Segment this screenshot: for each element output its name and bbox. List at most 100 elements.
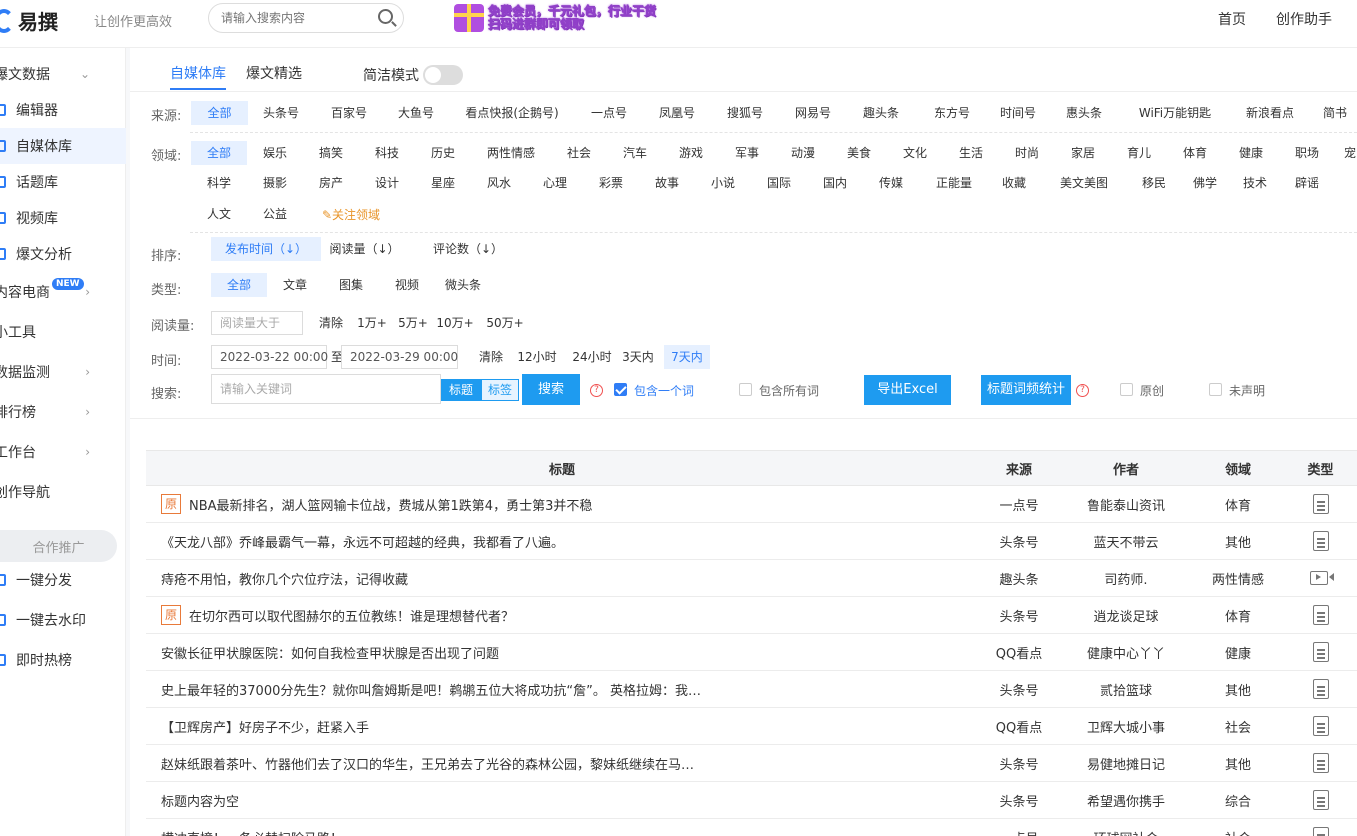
- domain-option[interactable]: 军事: [719, 141, 775, 165]
- row-title-text[interactable]: 痔疮不用怕，教你几个穴位疗法，记得收藏: [161, 569, 408, 588]
- domain-option[interactable]: 传媒: [863, 171, 919, 195]
- domain-option[interactable]: 娱乐: [247, 141, 303, 165]
- row-title-text[interactable]: 横冲直撞！一备必替扫除马路！: [161, 828, 343, 836]
- source-option[interactable]: 百家号: [317, 101, 381, 125]
- row-title-text[interactable]: 赵妹纸跟着茶叶、竹器他们去了汉口的华生，王兄弟去了光谷的森林公园，黎妹纸继续在马…: [161, 754, 694, 773]
- reads-input[interactable]: 阅读量大于: [211, 311, 303, 335]
- promo-banner[interactable]: 免费会员，千元礼包，行业干货 扫码进群即可领取: [454, 2, 656, 34]
- nav-assistant[interactable]: 创作助手: [1276, 9, 1332, 29]
- table-row[interactable]: 原 NBA最新排名，湖人篮网输卡位战，费城从第1跌第4，勇士第3并不稳 一点号 鲁能泰…: [146, 486, 1357, 523]
- row-author[interactable]: 健康中心丫丫: [1060, 634, 1192, 670]
- row-title[interactable]: 安徽长征甲状腺医院：如何自我检查甲状腺是否出现了问题: [146, 634, 978, 670]
- row-title[interactable]: 【卫辉房产】好房子不少，赶紧入手: [146, 708, 978, 744]
- table-row[interactable]: 痔疮不用怕，教你几个穴位疗法，记得收藏 趣头条 司药师. 两性情感: [146, 560, 1357, 597]
- date-from-input[interactable]: 2022-03-22 00:00: [211, 345, 328, 369]
- row-title[interactable]: 横冲直撞！一备必替扫除马路！: [146, 819, 978, 836]
- date-to-input[interactable]: 2022-03-29 00:00: [341, 345, 458, 369]
- domain-option[interactable]: 搞笑: [303, 141, 359, 165]
- sidebar-item[interactable]: 数据监测 ›: [0, 354, 126, 390]
- checkbox-undeclared[interactable]: [1209, 383, 1222, 396]
- row-title[interactable]: 原 NBA最新排名，湖人篮网输卡位战，费城从第1跌第4，勇士第3并不稳: [146, 486, 978, 522]
- follow-domain-link[interactable]: ✎关注领域: [316, 203, 386, 227]
- domain-option[interactable]: 体育: [1167, 141, 1223, 165]
- row-author[interactable]: 卫辉大城小事: [1060, 708, 1192, 744]
- domain-option[interactable]: 历史: [415, 141, 471, 165]
- sidebar-coop-item[interactable]: 一键分发: [0, 562, 126, 598]
- header-domain[interactable]: 领域: [1192, 451, 1284, 485]
- global-search-input[interactable]: [221, 5, 371, 31]
- source-option[interactable]: 搜狐号: [713, 101, 777, 125]
- domain-option[interactable]: 健康: [1223, 141, 1279, 165]
- sidebar-coop-item[interactable]: 即时热榜: [0, 642, 126, 678]
- domain-option[interactable]: 国际: [751, 171, 807, 195]
- checkbox-original[interactable]: [1120, 383, 1133, 396]
- row-author[interactable]: 贰拾篮球: [1060, 671, 1192, 707]
- row-author[interactable]: 环球网社会: [1060, 819, 1192, 836]
- checkbox-any-word[interactable]: [614, 383, 627, 396]
- row-author[interactable]: 希望遇你携手: [1060, 782, 1192, 818]
- time-option[interactable]: 12小时: [513, 345, 561, 369]
- sidebar-item[interactable]: 爆文数据 ⌄: [0, 56, 126, 92]
- table-row[interactable]: 【卫辉房产】好房子不少，赶紧入手 QQ看点 卫辉大城小事 社会: [146, 708, 1357, 745]
- domain-option[interactable]: 文化: [887, 141, 943, 165]
- reads-option[interactable]: 清除: [313, 311, 349, 335]
- domain-option[interactable]: 公益: [247, 202, 303, 226]
- sidebar-item[interactable]: 话题库: [0, 164, 126, 200]
- domain-option[interactable]: 小说: [695, 171, 751, 195]
- row-title-text[interactable]: NBA最新排名，湖人篮网输卡位战，费城从第1跌第4，勇士第3并不稳: [189, 495, 592, 514]
- sidebar-coop-item[interactable]: 一键去水印: [0, 602, 126, 638]
- domain-option[interactable]: 风水: [471, 171, 527, 195]
- row-title-text[interactable]: 【卫辉房产】好房子不少，赶紧入手: [161, 717, 369, 736]
- domain-option[interactable]: 收藏: [989, 171, 1039, 195]
- domain-option[interactable]: 两性情感: [471, 141, 551, 165]
- type-option[interactable]: 图集: [323, 273, 379, 297]
- type-option[interactable]: 微头条: [435, 273, 491, 297]
- domain-option[interactable]: 职场: [1279, 141, 1335, 165]
- domain-option[interactable]: 星座: [415, 171, 471, 195]
- table-row[interactable]: 横冲直撞！一备必替扫除马路！ 一点号环球网社会社会: [146, 819, 1357, 836]
- table-row[interactable]: 标题内容为空 头条号 希望遇你携手 综合: [146, 782, 1357, 819]
- row-title-text[interactable]: 安徽长征甲状腺医院：如何自我检查甲状腺是否出现了问题: [161, 643, 499, 662]
- source-option[interactable]: 简书: [1310, 101, 1357, 125]
- domain-option[interactable]: 正能量: [919, 171, 989, 195]
- header-source[interactable]: 来源: [978, 451, 1060, 485]
- time-option[interactable]: 24小时: [568, 345, 616, 369]
- header-author[interactable]: 作者: [1060, 451, 1192, 485]
- domain-option[interactable]: 美食: [831, 141, 887, 165]
- domain-option[interactable]: 育儿: [1111, 141, 1167, 165]
- domain-option[interactable]: 设计: [359, 171, 415, 195]
- row-author[interactable]: 鲁能泰山资讯: [1060, 486, 1192, 522]
- row-author[interactable]: 易健地摊日记: [1060, 745, 1192, 781]
- domain-option[interactable]: 科技: [359, 141, 415, 165]
- source-option[interactable]: 凤凰号: [645, 101, 709, 125]
- table-row[interactable]: 安徽长征甲状腺医院：如何自我检查甲状腺是否出现了问题 QQ看点 健康中心丫丫 健康: [146, 634, 1357, 671]
- simple-mode-toggle[interactable]: [423, 65, 463, 85]
- domain-option[interactable]: 游戏: [663, 141, 719, 165]
- scope-title-button[interactable]: 标题: [441, 379, 481, 401]
- row-title-text[interactable]: 史上最年轻的37000分先生？就你叫詹姆斯是吧！鹈鹕五位大将成功抗“詹”。 英格…: [161, 680, 701, 699]
- domain-option[interactable]: 宠: [1335, 141, 1357, 165]
- domain-option[interactable]: 房产: [303, 171, 359, 195]
- reads-option[interactable]: 50万+: [486, 311, 524, 335]
- sidebar-item[interactable]: 自媒体库: [0, 128, 126, 164]
- reads-option[interactable]: 5万+: [394, 311, 432, 335]
- search-icon[interactable]: [378, 9, 393, 24]
- row-title[interactable]: 标题内容为空: [146, 782, 978, 818]
- source-option[interactable]: 新浪看点: [1230, 101, 1310, 125]
- row-title[interactable]: 《天龙八部》乔峰最霸气一幕，永远不可超越的经典，我都看了八遍。: [146, 523, 978, 559]
- help-icon[interactable]: ?: [1076, 384, 1089, 397]
- type-option[interactable]: 全部: [211, 273, 267, 297]
- sidebar-item[interactable]: 视频库: [0, 200, 126, 236]
- time-option[interactable]: 清除: [473, 345, 509, 369]
- domain-option[interactable]: 佛学: [1179, 171, 1231, 195]
- source-option[interactable]: 头条号: [248, 101, 314, 125]
- source-option[interactable]: 网易号: [781, 101, 845, 125]
- reads-option[interactable]: 10万+: [436, 311, 474, 335]
- scope-tag-button[interactable]: 标签: [481, 379, 519, 401]
- tab-media-library[interactable]: 自媒体库: [170, 60, 226, 90]
- domain-option[interactable]: 科学: [191, 171, 247, 195]
- sort-option[interactable]: 评论数（↓）: [413, 237, 523, 261]
- row-title-text[interactable]: 标题内容为空: [161, 791, 239, 810]
- domain-option[interactable]: 彩票: [583, 171, 639, 195]
- sidebar-item[interactable]: 内容电商 NEW ›: [0, 274, 126, 310]
